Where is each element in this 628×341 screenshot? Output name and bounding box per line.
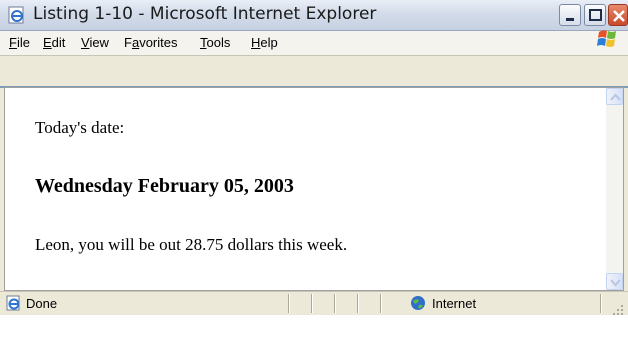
- security-zone: Internet: [432, 296, 477, 311]
- dollars-message: Leon, you will be out 28.75 dollars this…: [35, 235, 348, 254]
- menu-tools[interactable]: Tools: [200, 35, 230, 50]
- resize-grip[interactable]: [612, 301, 624, 315]
- chevron-up-icon: [610, 93, 621, 101]
- menu-bar: File Edit View Favorites Tools Help: [0, 31, 628, 56]
- page-content: Today's date: Wednesday February 05, 200…: [14, 88, 602, 288]
- ie-page-icon[interactable]: [8, 6, 26, 24]
- menu-edit[interactable]: Edit: [43, 35, 65, 50]
- chevron-down-icon: [610, 279, 621, 287]
- menu-file[interactable]: File: [9, 35, 30, 50]
- maximize-button[interactable]: [584, 4, 606, 26]
- globe-icon: [410, 295, 426, 311]
- minimize-button[interactable]: [559, 4, 581, 26]
- status-text: Done: [26, 296, 58, 311]
- close-icon: [613, 10, 625, 22]
- status-divider: [311, 294, 312, 313]
- status-divider: [334, 294, 335, 313]
- window-title: Listing 1-10 - Microsoft Internet Explor…: [33, 4, 377, 24]
- menu-help[interactable]: Help: [251, 35, 278, 50]
- date-heading: Wednesday February 05, 2003: [35, 175, 294, 197]
- windows-flag-icon: [596, 26, 620, 50]
- close-button[interactable]: [608, 4, 628, 26]
- vertical-scrollbar[interactable]: [606, 88, 623, 290]
- menu-favorites[interactable]: Favorites: [124, 35, 177, 50]
- minimize-icon: [566, 18, 574, 21]
- browser-window: Listing 1-10 - Microsoft Internet Explor…: [0, 0, 628, 315]
- status-bar: Done Internet: [0, 291, 628, 315]
- status-divider: [288, 294, 289, 313]
- maximize-icon: [589, 9, 602, 21]
- menu-view[interactable]: View: [81, 35, 109, 50]
- status-divider: [600, 294, 601, 313]
- title-bar[interactable]: Listing 1-10 - Microsoft Internet Explor…: [0, 0, 628, 31]
- ie-page-icon: [6, 295, 22, 311]
- status-divider: [357, 294, 358, 313]
- todays-date-label: Today's date:: [35, 118, 125, 137]
- scroll-up-button[interactable]: [606, 88, 623, 105]
- scroll-down-button[interactable]: [606, 273, 623, 290]
- status-divider: [380, 294, 381, 313]
